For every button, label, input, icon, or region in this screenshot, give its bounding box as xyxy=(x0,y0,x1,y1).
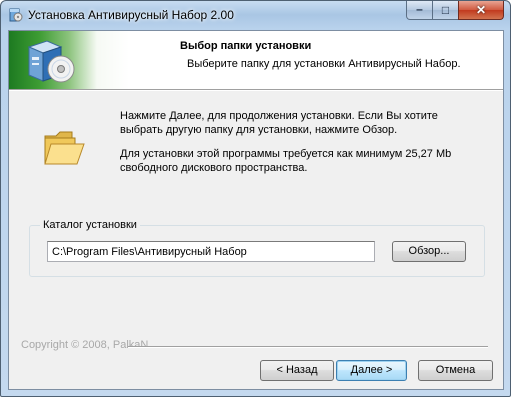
folder-icon xyxy=(44,131,85,165)
header-divider xyxy=(9,90,503,91)
window-title: Установка Антивирусный Набор 2.00 xyxy=(28,8,234,22)
installer-box-cd-icon xyxy=(27,40,75,83)
back-button[interactable]: < Назад xyxy=(260,360,334,381)
cancel-button[interactable]: Отмена xyxy=(418,360,493,381)
next-button[interactable]: Далее > xyxy=(336,360,407,381)
disk-space-text: Для установки этой программы требуется к… xyxy=(120,148,452,174)
browse-button[interactable]: Обзор... xyxy=(392,241,466,262)
maximize-icon: □ xyxy=(441,3,450,17)
wizard-page-title: Выбор папки установки xyxy=(180,40,312,52)
copyright-text: Copyright © 2008, PalkaN xyxy=(21,339,149,351)
install-folder-group-label: Каталог установки xyxy=(40,219,140,231)
minimize-icon: – xyxy=(416,2,423,16)
installer-box-icon xyxy=(9,8,23,22)
dialog-client-area: Выбор папки установки Выберите папку для… xyxy=(8,30,504,390)
install-path-input[interactable] xyxy=(47,241,375,262)
wizard-header: Выбор папки установки Выберите папку для… xyxy=(9,31,503,90)
instruction-text: Нажмите Далее, для продолжения установки… xyxy=(120,110,438,136)
installer-window: Установка Антивирусный Набор 2.00 – □ ✕ … xyxy=(0,0,511,397)
close-button[interactable]: ✕ xyxy=(458,1,504,20)
wizard-page-subtitle: Выберите папку для установки Антивирусны… xyxy=(187,58,461,70)
footer-divider xyxy=(128,346,488,348)
title-bar[interactable]: Установка Антивирусный Набор 2.00 – □ ✕ xyxy=(1,1,510,29)
minimize-button[interactable]: – xyxy=(406,1,433,20)
maximize-button[interactable]: □ xyxy=(432,1,459,20)
close-icon: ✕ xyxy=(475,3,487,17)
